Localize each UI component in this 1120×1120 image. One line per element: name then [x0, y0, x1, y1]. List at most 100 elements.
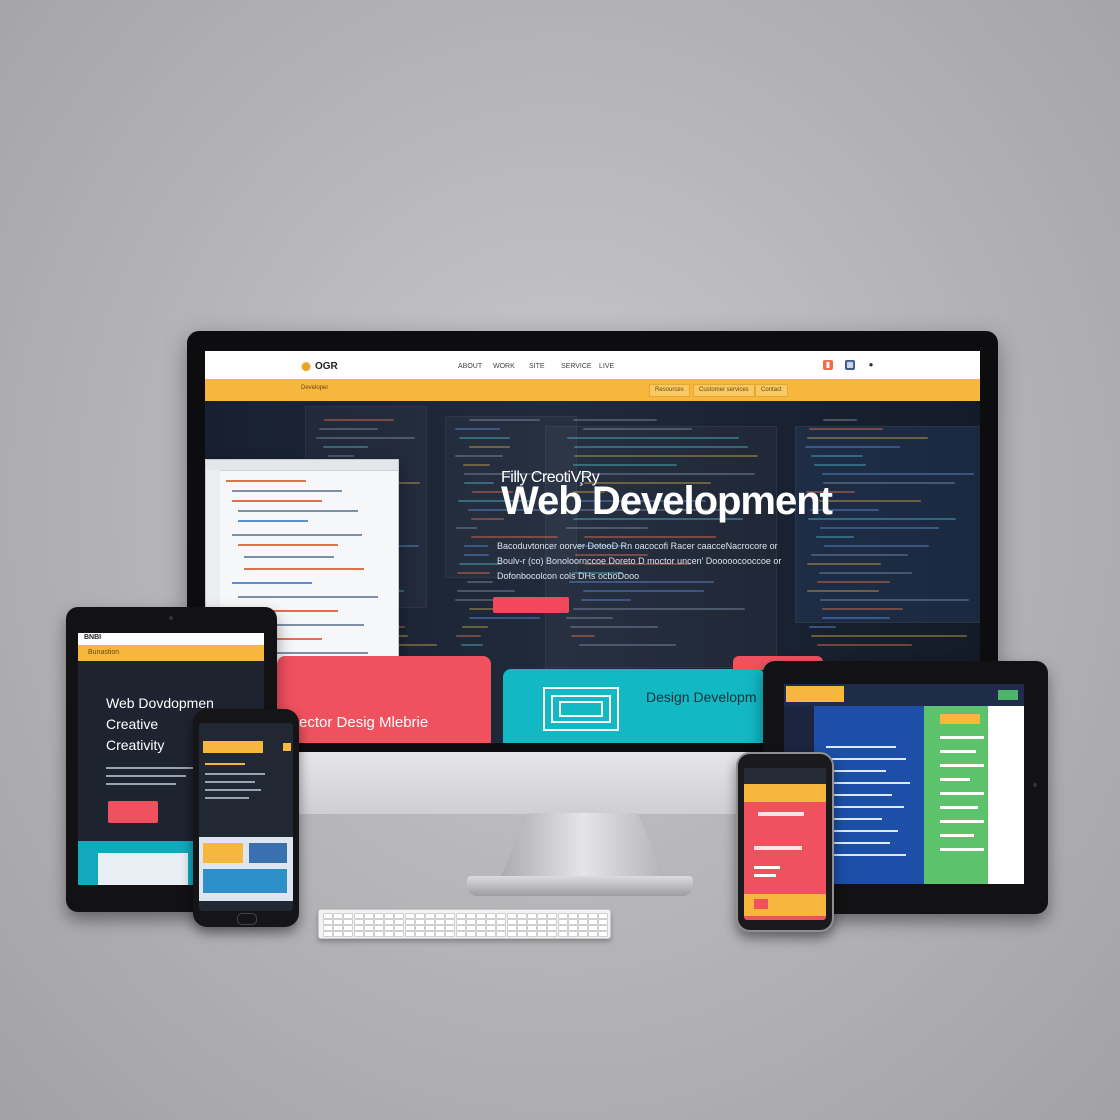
- code-line: [459, 437, 510, 439]
- code-line: [573, 419, 657, 421]
- code-line: [579, 644, 676, 646]
- menu-icon[interactable]: [283, 743, 291, 751]
- nav-link[interactable]: SERVICE: [561, 363, 592, 370]
- hero-description: Bacoduvtoncer oorver DotooD Rn oacocofi …: [497, 539, 877, 584]
- keyboard-key[interactable]: [404, 931, 415, 937]
- keyboard-key[interactable]: [414, 931, 425, 937]
- nav-link[interactable]: WORK: [493, 363, 515, 370]
- keyboard-key[interactable]: [578, 931, 588, 937]
- hero-title: Web Development: [501, 479, 833, 523]
- keyboard-key[interactable]: [537, 931, 548, 937]
- grid-icon[interactable]: ▦: [845, 360, 855, 370]
- code-line: [570, 626, 658, 628]
- header-button[interactable]: Customer services: [693, 384, 755, 397]
- keyboard-key[interactable]: [567, 931, 578, 937]
- code-line: [323, 446, 368, 448]
- keyboard-key[interactable]: [455, 931, 466, 937]
- feature-card-teal[interactable]: Design Developm: [503, 669, 765, 743]
- home-button-icon[interactable]: [237, 913, 257, 925]
- tablet-banner: Bunastion: [78, 645, 264, 661]
- keyboard-key[interactable]: [598, 931, 609, 937]
- keyboard-key[interactable]: [374, 931, 384, 937]
- maze-icon: [543, 687, 619, 731]
- code-line: [456, 635, 481, 637]
- keyboard-key[interactable]: [435, 931, 446, 937]
- feature-card-red[interactable]: ector Desig Mlebrie: [277, 656, 491, 743]
- code-line: [811, 455, 863, 457]
- white-panel: [988, 706, 1024, 884]
- code-line: [817, 644, 912, 646]
- keyboard-key[interactable]: [353, 931, 364, 937]
- keyboard[interactable]: [318, 909, 611, 939]
- text-line: [758, 812, 804, 816]
- subnav-label[interactable]: Developer: [301, 385, 328, 391]
- text-line: [754, 874, 776, 877]
- code-line: [805, 446, 900, 448]
- keyboard-key[interactable]: [425, 931, 435, 937]
- header-button[interactable]: Resources: [649, 384, 690, 397]
- keyboard-key[interactable]: [588, 931, 599, 937]
- keyboard-key[interactable]: [333, 931, 344, 937]
- code-line: [584, 536, 716, 538]
- text-line: [205, 781, 255, 783]
- logo-text[interactable]: OGR: [315, 361, 338, 372]
- text-line: [205, 789, 261, 791]
- keyboard-key[interactable]: [465, 931, 476, 937]
- code-line: [467, 581, 493, 583]
- text-line: [754, 846, 802, 850]
- imac-stand-foot: [467, 876, 693, 896]
- phone-footer-band: [744, 894, 826, 916]
- keyboard-key[interactable]: [527, 931, 537, 937]
- nav-link[interactable]: SITE: [529, 363, 545, 370]
- code-line: [328, 455, 354, 457]
- tablet-cta-button[interactable]: [108, 801, 158, 823]
- tablet-right-header: [784, 684, 1024, 706]
- keyboard-key[interactable]: [547, 931, 558, 937]
- keyboard-key[interactable]: [384, 931, 395, 937]
- code-line: [811, 635, 967, 637]
- keyboard-key[interactable]: [343, 931, 354, 937]
- hero-description-line: Boulv-r (co) Bonoloornccoe Doreto D moct…: [497, 556, 782, 566]
- text-line: [106, 775, 186, 777]
- code-line: [819, 500, 921, 502]
- code-line: [471, 518, 504, 520]
- keyboard-key[interactable]: [516, 931, 527, 937]
- bookmark-icon[interactable]: ▮: [823, 360, 833, 370]
- phone-status-bar: [199, 723, 293, 739]
- editor-toolbar: [206, 460, 398, 471]
- user-icon[interactable]: ●: [866, 360, 876, 370]
- code-line: [583, 428, 692, 430]
- hero-description-line: Dofonbocolcon cols DHs ocboDooo: [497, 571, 640, 581]
- code-line: [244, 556, 334, 558]
- code-line: [316, 437, 415, 439]
- code-line: [571, 635, 595, 637]
- keyboard-key[interactable]: [486, 931, 497, 937]
- imac-stand: [498, 813, 668, 883]
- code-line: [464, 545, 488, 547]
- code-line: [462, 626, 488, 628]
- code-line: [457, 590, 515, 592]
- nav-link[interactable]: ABOUT: [458, 363, 482, 370]
- code-line: [807, 437, 928, 439]
- keyboard-key[interactable]: [323, 931, 333, 937]
- text-line: [106, 783, 176, 785]
- code-line: [469, 617, 540, 619]
- keyboard-key[interactable]: [394, 931, 405, 937]
- keyboard-key[interactable]: [506, 931, 517, 937]
- apple-logo-icon: [567, 766, 597, 800]
- keyboard-key[interactable]: [476, 931, 486, 937]
- code-line: [469, 419, 540, 421]
- keyboard-key[interactable]: [557, 931, 568, 937]
- code-line: [807, 590, 879, 592]
- keyboard-key[interactable]: [363, 931, 374, 937]
- hero-cta-button[interactable]: [493, 597, 569, 613]
- code-line: [464, 554, 489, 556]
- nav-link[interactable]: LIVE: [599, 363, 614, 370]
- feature-card-label: ector Desig Mlebrie: [299, 714, 429, 731]
- phone-left-screen: [199, 723, 293, 911]
- header-button[interactable]: Contact: [755, 384, 788, 397]
- tablet-status: BNBI: [84, 634, 102, 641]
- keyboard-key[interactable]: [445, 931, 456, 937]
- keyboard-key[interactable]: [496, 931, 507, 937]
- code-line: [324, 419, 394, 421]
